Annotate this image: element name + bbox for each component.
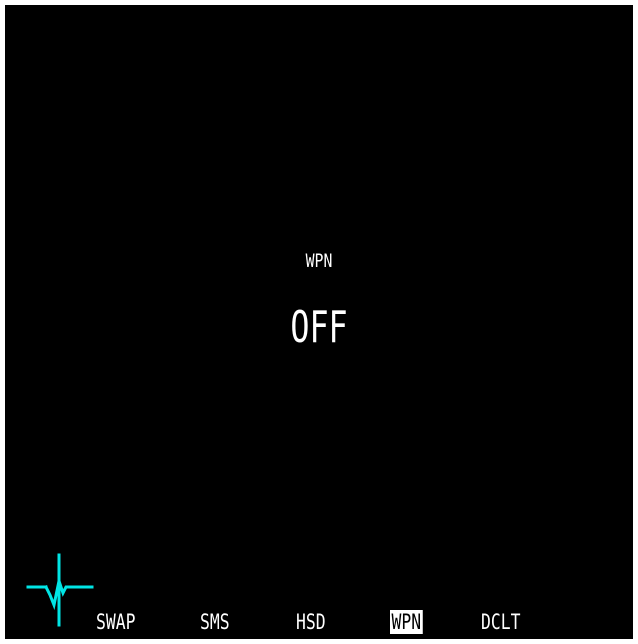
format-title: WPN <box>305 250 333 272</box>
fcr-freeze-symbol-icon <box>26 553 94 627</box>
osb-sms-button[interactable]: SMS <box>200 610 230 634</box>
osb-hsd-button[interactable]: HSD <box>296 610 326 634</box>
osb-wpn-button[interactable]: WPN <box>390 610 423 634</box>
weapon-status: OFF <box>290 302 348 353</box>
osb-dclt-button[interactable]: DCLT <box>481 610 520 634</box>
osb-swap-button[interactable]: SWAP <box>96 610 135 634</box>
mfd-screen: WPN OFF SWAP SMS HSD WPN DCLT <box>5 5 633 639</box>
